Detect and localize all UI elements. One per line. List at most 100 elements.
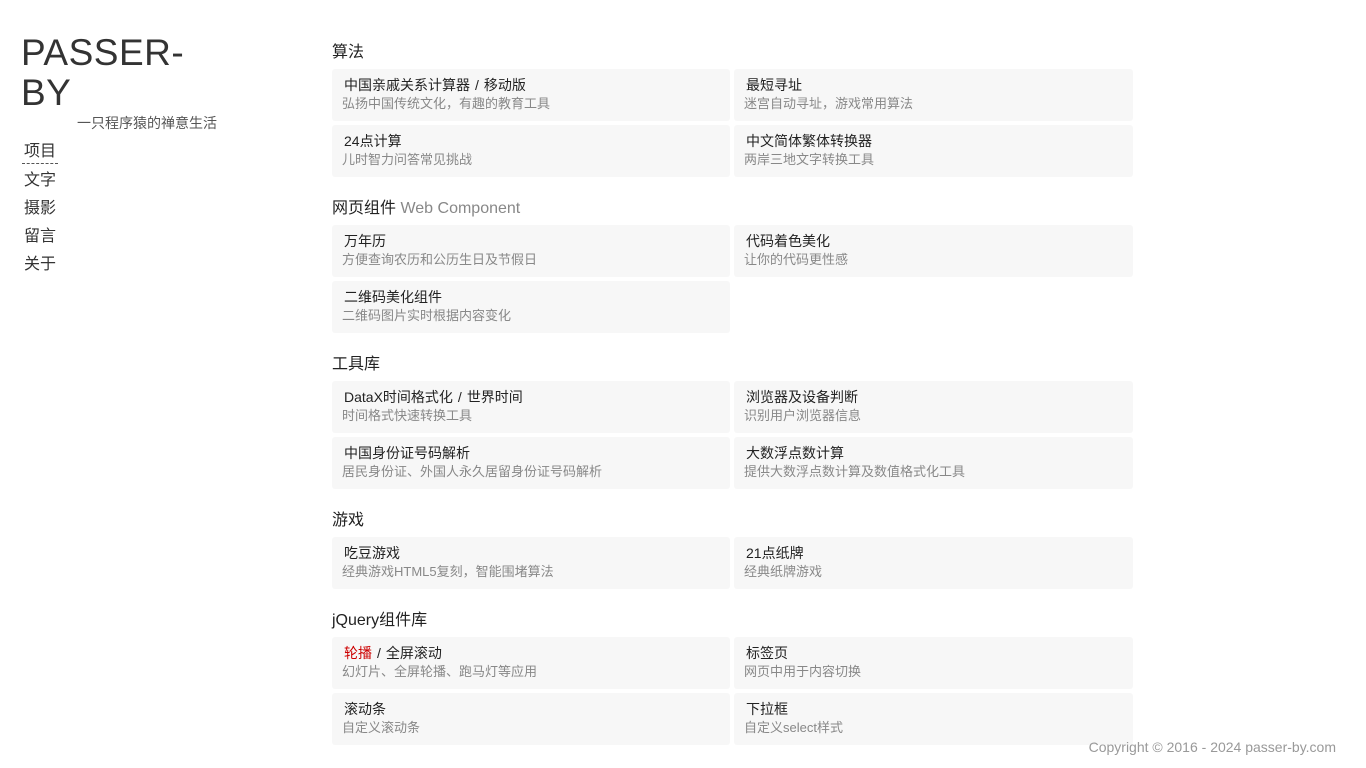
card-description: 自定义select样式 (744, 720, 843, 735)
section-title: 游戏 (332, 508, 1134, 534)
title-separator: / (377, 645, 381, 661)
nav-item-1[interactable]: 文字 (22, 167, 58, 195)
section: 游戏 吃豆游戏 经典游戏HTML5复刻，智能围堵算法 21点纸牌 经典纸牌游戏 (332, 508, 1134, 589)
nav-item-0[interactable]: 项目 (22, 141, 59, 164)
card-title-link-secondary[interactable]: 全屏滚动 (386, 645, 442, 661)
card-title: 中国身份证号码解析 (342, 443, 720, 463)
card-title: 标签页 (744, 643, 1123, 663)
card-description: 提供大数浮点数计算及数值格式化工具 (744, 464, 966, 479)
card-title-link[interactable]: 中国亲戚关系计算器 (344, 77, 470, 93)
card-title-link[interactable]: 最短寻址 (746, 77, 802, 93)
card-description: 幻灯片、全屏轮播、跑马灯等应用 (342, 664, 538, 679)
card-description: 方便查询农历和公历生日及节假日 (342, 252, 538, 267)
card-title-link[interactable]: 大数浮点数计算 (746, 445, 844, 461)
project-card[interactable]: 21点纸牌经典纸牌游戏 (734, 537, 1133, 589)
section: jQuery组件库轮播 / 全屏滚动幻灯片、全屏轮播、跑马灯等应用 标签页网页中用于内… (332, 608, 1134, 745)
project-card[interactable]: 中国亲戚关系计算器 / 移动版 弘扬中国传统文化，有趣的教育工具 (332, 69, 730, 121)
card-title-link[interactable]: 二维码美化组件 (344, 289, 442, 305)
card-title-link[interactable]: 21点纸牌 (746, 545, 804, 561)
card-title: 浏览器及设备判断 (744, 387, 1123, 407)
title-separator: / (475, 77, 479, 93)
card-grid: 万年历 方便查询农历和公历生日及节假日 代码着色美化 让你的代码更性感 二维码美化组件二… (332, 225, 1134, 333)
card-title-link[interactable]: 吃豆游戏 (344, 545, 400, 561)
card-title: 万年历 (342, 231, 720, 251)
card-description: 网页中用于内容切换 (744, 664, 862, 679)
section: 工具库 DataX时间格式化 / 世界时间时间格式快速转换工具 浏览器及设备判断 识别用户… (332, 352, 1134, 489)
card-description: 迷宫自动寻址，游戏常用算法 (744, 96, 914, 111)
card-title-link[interactable]: 滚动条 (344, 701, 386, 717)
card-grid: 中国亲戚关系计算器 / 移动版 弘扬中国传统文化，有趣的教育工具 最短寻址 迷宫自动寻址，… (332, 69, 1134, 177)
copyright: Copyright © 2016 - 2024 passer-by.com (1088, 739, 1336, 755)
section-title-text: 游戏 (332, 512, 365, 529)
project-card[interactable]: 代码着色美化让你的代码更性感 (734, 225, 1133, 277)
project-card[interactable]: 中文简体繁体转换器 两岸三地文字转换工具 (734, 125, 1133, 177)
card-title-link[interactable]: 下拉框 (746, 701, 788, 717)
section-title: 网页组件 Web Component (332, 196, 1134, 222)
card-title: 21点纸牌 (744, 543, 1123, 563)
section: 网页组件 Web Component 万年历 方便查询农历和公历生日及节假日 代码着色… (332, 196, 1134, 333)
project-list: 算法 中国亲戚关系计算器 / 移动版 弘扬中国传统文化，有趣的教育工具 最短寻址 迷宫自动寻… (332, 40, 1134, 764)
nav-item-4[interactable]: 关于 (22, 251, 58, 279)
card-description: 识别用户浏览器信息 (744, 408, 862, 423)
project-card[interactable]: 轮播 / 全屏滚动幻灯片、全屏轮播、跑马灯等应用 (332, 637, 730, 689)
nav-item-2[interactable]: 摄影 (22, 195, 58, 223)
card-description: 时间格式快速转换工具 (342, 408, 473, 423)
card-title: 大数浮点数计算 (744, 443, 1123, 463)
project-card[interactable]: 吃豆游戏经典游戏HTML5复刻，智能围堵算法 (332, 537, 730, 589)
card-title: DataX时间格式化 / 世界时间 (342, 387, 720, 407)
card-title-link[interactable]: 中国身份证号码解析 (344, 445, 470, 461)
project-card[interactable]: 浏览器及设备判断 识别用户浏览器信息 (734, 381, 1133, 433)
section-title-text: 网页组件 (332, 200, 397, 217)
section-title: 算法 (332, 40, 1134, 66)
card-title-link[interactable]: 标签页 (746, 645, 788, 661)
card-title-link[interactable]: 浏览器及设备判断 (746, 389, 858, 405)
project-card[interactable]: 二维码美化组件二维码图片实时根据内容变化 (332, 281, 730, 333)
card-title: 吃豆游戏 (342, 543, 720, 563)
project-card[interactable]: 标签页网页中用于内容切换 (734, 637, 1133, 689)
card-title: 中国亲戚关系计算器 / 移动版 (342, 75, 720, 95)
nav-item-3[interactable]: 留言 (22, 223, 58, 251)
card-title-link-secondary[interactable]: 世界时间 (467, 389, 523, 405)
card-description: 让你的代码更性感 (744, 252, 849, 267)
card-description: 儿时智力问答常见挑战 (342, 152, 473, 167)
card-title: 代码着色美化 (744, 231, 1123, 251)
card-grid: 轮播 / 全屏滚动 幻灯片、全屏轮播、跑马灯等应用 标签页 网页中用于内容切换 滚动条 自定义… (332, 637, 1134, 745)
card-title: 24点计算 (342, 131, 720, 151)
project-card[interactable]: 万年历方便查询农历和公历生日及节假日 (332, 225, 730, 277)
project-card[interactable]: 中国身份证号码解析 居民身份证、外国人永久居留身份证号码解析 (332, 437, 730, 489)
card-title-link[interactable]: 代码着色美化 (746, 233, 830, 249)
project-card[interactable]: 最短寻址迷宫自动寻址，游戏常用算法 (734, 69, 1133, 121)
section-subtitle: Web Component (400, 200, 521, 217)
project-card[interactable]: 下拉框自定义select样式 (734, 693, 1133, 745)
project-card[interactable]: 24点计算儿时智力问答常见挑战 (332, 125, 730, 177)
project-card[interactable]: 滚动条 自定义滚动条 (332, 693, 730, 745)
card-title: 下拉框 (744, 699, 1123, 719)
card-title-link[interactable]: 轮播 (344, 645, 372, 661)
site-title[interactable]: PASSER-BY (21, 33, 231, 113)
title-separator: / (457, 389, 462, 405)
section-title-text: 算法 (332, 44, 365, 61)
card-title-link[interactable]: 万年历 (344, 233, 386, 249)
main-nav: 项目文字 摄影 留言 关于 (22, 138, 59, 279)
site-tagline: 一只程序猿的禅意生活 (77, 115, 217, 131)
card-title-link-secondary[interactable]: 移动版 (484, 77, 526, 93)
card-title-link[interactable]: DataX时间格式化 (344, 389, 453, 405)
section-title: 工具库 (332, 352, 1134, 378)
section: 算法 中国亲戚关系计算器 / 移动版 弘扬中国传统文化，有趣的教育工具 最短寻址 迷宫自动寻… (332, 40, 1134, 177)
section-title-text: 工具库 (332, 356, 381, 373)
card-title: 滚动条 (342, 699, 720, 719)
card-title-link[interactable]: 24点计算 (344, 133, 402, 149)
card-description: 二维码图片实时根据内容变化 (342, 308, 512, 323)
card-title-link[interactable]: 中文简体繁体转换器 (746, 133, 872, 149)
project-card[interactable]: DataX时间格式化 / 世界时间时间格式快速转换工具 (332, 381, 730, 433)
card-description: 经典纸牌游戏 (744, 564, 823, 579)
card-title: 中文简体繁体转换器 (744, 131, 1123, 151)
card-description: 经典游戏HTML5复刻，智能围堵算法 (342, 564, 554, 579)
project-card[interactable]: 大数浮点数计算提供大数浮点数计算及数值格式化工具 (734, 437, 1133, 489)
card-description: 两岸三地文字转换工具 (744, 152, 875, 167)
brand: PASSER-BY 一只程序猿的禅意生活 (21, 33, 231, 132)
card-title: 最短寻址 (744, 75, 1123, 95)
card-grid: DataX时间格式化 / 世界时间时间格式快速转换工具 浏览器及设备判断 识别用户浏览器… (332, 381, 1134, 489)
card-title: 二维码美化组件 (342, 287, 720, 307)
section-title-text: jQuery组件库 (332, 612, 428, 629)
